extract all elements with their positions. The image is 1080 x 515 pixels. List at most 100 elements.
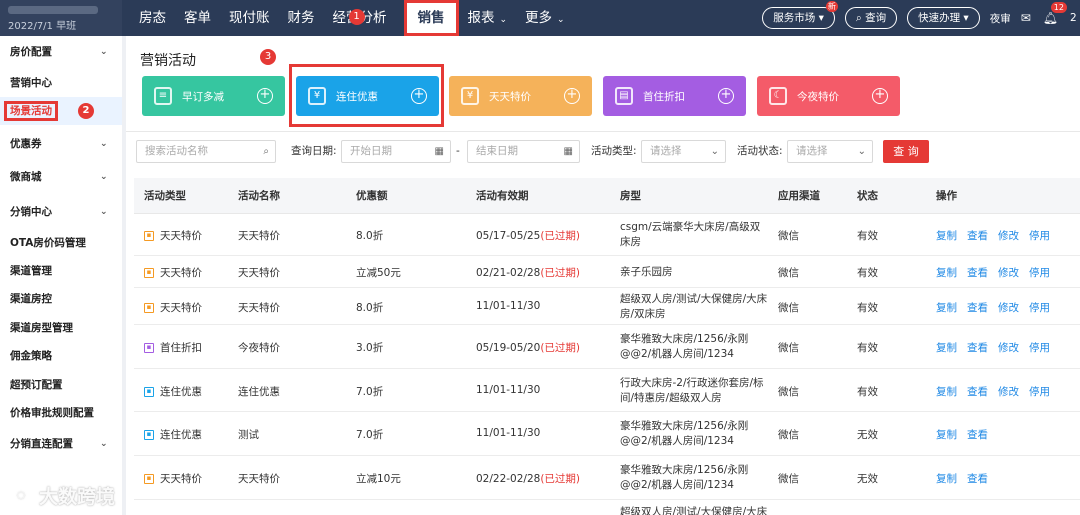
chevron-down-icon: ⌄ <box>499 15 508 25</box>
action-link[interactable]: 复制 <box>936 228 957 243</box>
action-link[interactable]: 复制 <box>936 340 957 355</box>
action-link[interactable]: 查看 <box>967 228 988 243</box>
service-market-button[interactable]: 服务市场 ▾ 新 <box>762 1 838 29</box>
plus-circle-icon[interactable]: + <box>872 88 888 104</box>
plus-circle-icon[interactable]: + <box>257 88 273 104</box>
action-link[interactable]: 修改 <box>998 228 1019 243</box>
sidebar-item-label: 营销中心 <box>10 77 52 89</box>
activity-status-select[interactable]: 请选择 ⌄ <box>787 140 873 163</box>
action-link[interactable]: 停用 <box>1029 340 1050 355</box>
activity-type-select[interactable]: 请选择 ⌄ <box>641 140 726 163</box>
action-link[interactable]: 查看 <box>967 340 988 355</box>
action-link[interactable]: 停用 <box>1029 384 1050 399</box>
main-content: 营销活动 ≡ 早订多减 + ¥ 连住优惠 + ¥ 天天特价 + ▤ 首住折扣 + ☾ 今夜特价 + 3 搜索… <box>122 36 1080 515</box>
action-link[interactable]: 复制 <box>936 384 957 399</box>
action-link[interactable]: 复制 <box>936 471 957 486</box>
room-type-cell: 豪华雅致大床房/1256/永刚@@2/机器人房间/1234 <box>620 420 749 447</box>
nav-item-7[interactable]: 更多 ⌄ <box>516 0 574 36</box>
action-link[interactable]: 修改 <box>998 340 1019 355</box>
sidebar-item-10[interactable]: 佣金策略 <box>0 342 122 370</box>
wechat-icon[interactable]: ✉ <box>1021 11 1031 25</box>
activity-table: 活动类型 活动名称 优惠额 活动有效期 房型 应用渠道 状态 操作 ▪ 天天特价 天天特价 8.0折… <box>134 178 1080 515</box>
activity-name-search-input[interactable]: 搜索活动名称 ⌕ <box>136 140 276 163</box>
sidebar-item-6[interactable]: OTA房价码管理 <box>0 229 122 257</box>
query-button[interactable]: 查 询 <box>883 140 929 163</box>
action-link[interactable]: 查看 <box>967 471 988 486</box>
plus-circle-icon[interactable]: + <box>564 88 580 104</box>
activity-type-cell: ▪ 连住优惠 <box>144 384 202 399</box>
validity-period: 11/01-11/30 <box>476 427 541 439</box>
sidebar-item-7[interactable]: 渠道管理 <box>0 257 122 285</box>
validity-cell: 05/19-05/20(已过期) <box>476 340 580 355</box>
room-type-cell: csgm/云端豪华大床房/高级双床房 <box>620 221 761 248</box>
activity-card-2[interactable]: ¥ 天天特价 + <box>449 76 592 116</box>
nav-label: 房态 <box>139 10 166 26</box>
nav-label: 客单 <box>184 10 211 26</box>
action-link[interactable]: 查看 <box>967 300 988 315</box>
action-link[interactable]: 复制 <box>936 265 957 280</box>
sidebar-item-label: 渠道房型管理 <box>10 322 73 334</box>
nav-item-1[interactable]: 客单 <box>175 0 220 36</box>
action-link[interactable]: 查看 <box>967 427 988 442</box>
activity-card-3[interactable]: ▤ 首住折扣 + <box>603 76 746 116</box>
action-link[interactable]: 停用 <box>1029 265 1050 280</box>
plus-circle-icon[interactable]: + <box>718 88 734 104</box>
night-audit-link[interactable]: 夜审 <box>990 11 1011 26</box>
nav-item-0[interactable]: 房态 <box>130 0 175 36</box>
nav-item-6[interactable]: 报表 ⌄ <box>459 0 517 36</box>
status-cell: 有效 <box>857 342 878 354</box>
search-button[interactable]: ⌕ 查询 <box>844 7 898 29</box>
nav-item-5[interactable]: 销售 <box>403 0 459 36</box>
sidebar-item-5[interactable]: 分销中心 ⌄ <box>0 198 122 226</box>
nav-item-2[interactable]: 现付账 <box>220 0 279 36</box>
start-date-input[interactable]: 开始日期 ▦ <box>341 140 451 163</box>
sidebar-item-12[interactable]: 价格审批规则配置 <box>0 399 122 427</box>
sidebar-item-4[interactable]: 微商城 ⌄ <box>0 163 122 191</box>
action-link[interactable]: 查看 <box>967 265 988 280</box>
table-row: ▪ 天天特价 天天特价 立减10元 02/22-02/28(已过期) 豪华雅致大床房/12… <box>134 456 1080 500</box>
validity-cell: 02/21-02/28(已过期) <box>476 265 580 280</box>
sidebar-item-3[interactable]: 优惠券 ⌄ <box>0 130 122 158</box>
action-link[interactable]: 复制 <box>936 300 957 315</box>
activity-type-cell: ▪ 天天特价 <box>144 300 202 315</box>
activity-type-text: 连住优惠 <box>160 429 202 441</box>
action-link[interactable]: 修改 <box>998 265 1019 280</box>
activity-type-icon: ▪ <box>144 473 154 484</box>
sidebar-item-11[interactable]: 超预订配置 <box>0 371 122 399</box>
receipt-icon: ≡ <box>154 87 172 105</box>
validity-period: 11/01-11/30 <box>476 300 541 312</box>
table-header: 活动类型 活动名称 优惠额 活动有效期 房型 应用渠道 状态 操作 <box>134 178 1080 214</box>
sidebar-item-0[interactable]: 房价配置 ⌄ <box>0 38 122 66</box>
action-link[interactable]: 复制 <box>936 427 957 442</box>
nav-item-4[interactable]: 经营分析1 <box>324 0 396 36</box>
nav-item-3[interactable]: 财务 <box>279 0 324 36</box>
hotel-brand: 2022/7/1 早班 <box>0 0 122 36</box>
action-link[interactable]: 停用 <box>1029 300 1050 315</box>
bell-icon[interactable]: 🔔︎ 12 <box>1043 2 1067 25</box>
action-link[interactable]: 停用 <box>1029 228 1050 243</box>
column-header: 操作 <box>936 190 957 202</box>
channel-cell: 微信 <box>778 429 799 441</box>
step-badge: 3 <box>260 49 276 65</box>
activity-card-4[interactable]: ☾ 今夜特价 + <box>757 76 900 116</box>
status-cell: 有效 <box>857 302 878 314</box>
activity-card-0[interactable]: ≡ 早订多减 + <box>142 76 285 116</box>
sidebar-item-1[interactable]: 营销中心 <box>0 69 122 97</box>
sidebar-item-8[interactable]: 渠道房控 <box>0 285 122 313</box>
sidebar-item-13[interactable]: 分销直连配置 ⌄ <box>0 430 122 458</box>
column-header: 状态 <box>857 190 878 202</box>
table-row: 超级双人房/测试/大保健房/大床 <box>134 500 1080 515</box>
column-header: 应用渠道 <box>778 190 820 202</box>
activity-name-cell: 天天特价 <box>238 473 280 485</box>
card-label: 今夜特价 <box>797 91 839 103</box>
activity-type-icon: ▪ <box>144 386 154 397</box>
end-date-input[interactable]: 结束日期 ▦ <box>467 140 580 163</box>
action-link[interactable]: 修改 <box>998 384 1019 399</box>
quick-action-button[interactable]: 快速办理 ▾ <box>907 7 980 29</box>
sidebar-item-2[interactable]: 场景活动 2 <box>0 97 122 125</box>
action-link[interactable]: 修改 <box>998 300 1019 315</box>
status-cell: 有效 <box>857 386 878 398</box>
activity-type-text: 天天特价 <box>160 473 202 485</box>
sidebar-item-9[interactable]: 渠道房型管理 <box>0 314 122 342</box>
action-link[interactable]: 查看 <box>967 384 988 399</box>
